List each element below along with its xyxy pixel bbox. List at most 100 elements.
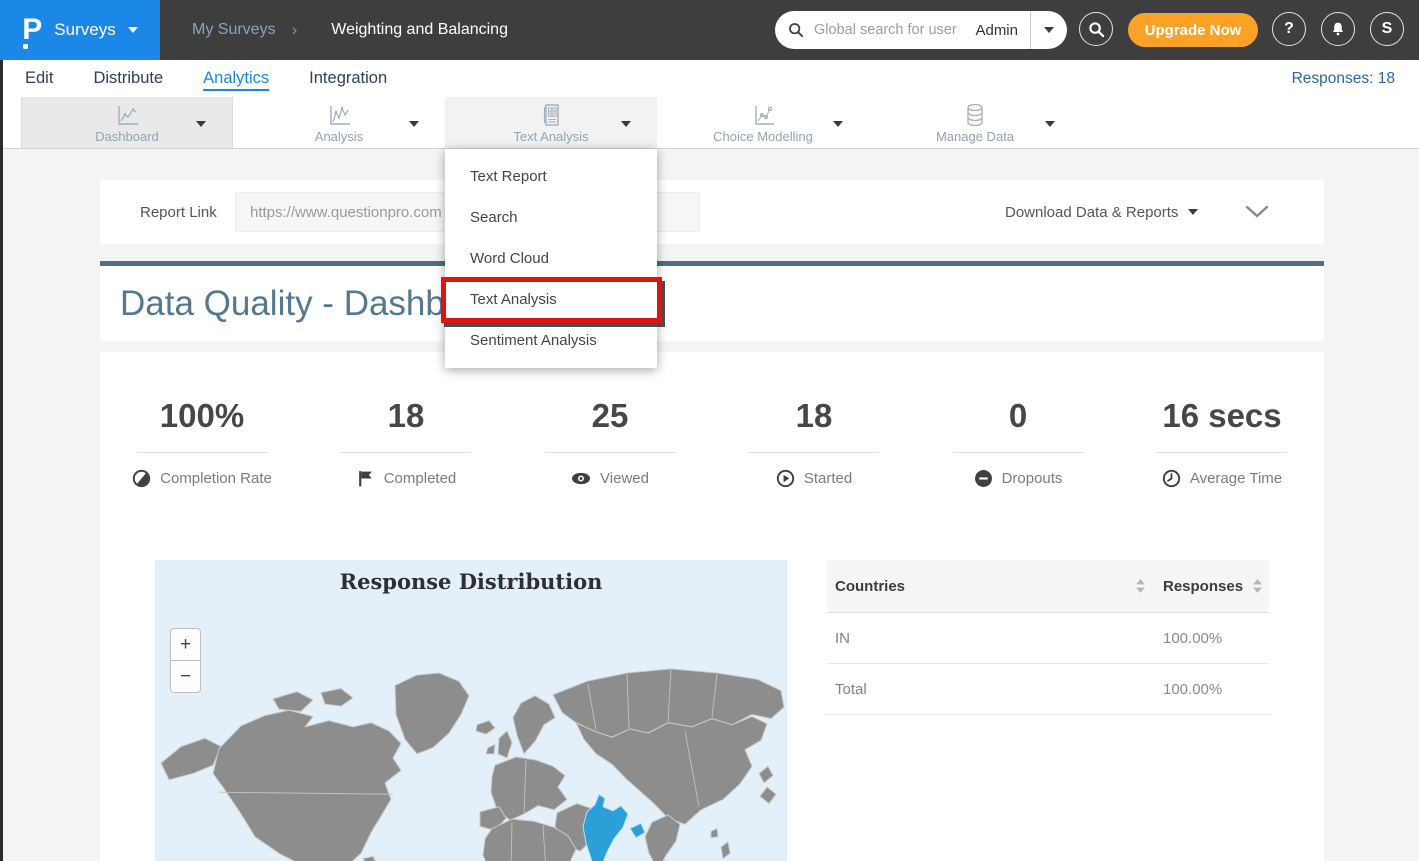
upgrade-now-button[interactable]: Upgrade Now [1128, 13, 1258, 47]
report-doc-icon [538, 102, 564, 128]
stat-dropouts: 0 Dropouts [916, 397, 1120, 488]
menu-item-text-analysis[interactable]: Text Analysis [445, 279, 657, 320]
eye-icon [571, 469, 591, 488]
table-row: IN 100.00% [827, 613, 1269, 664]
column-header-responses: Responses [1163, 560, 1243, 612]
column-header-countries: Countries [835, 560, 905, 612]
nav-tab-edit[interactable]: Edit [25, 69, 53, 88]
chevron-down-icon [833, 121, 843, 127]
country-code: IN [835, 613, 850, 663]
search-icon [788, 22, 804, 38]
top-header: P Surveys My Surveys › Weighting and Bal… [0, 0, 1419, 60]
breadcrumb-my-surveys[interactable]: My Surveys [192, 21, 276, 39]
responses-count: Responses: 18 [1292, 60, 1395, 97]
tab-label: Manage Data [936, 129, 1014, 144]
country-responses: 100.00% [1163, 664, 1222, 714]
global-search-input[interactable] [812, 21, 971, 39]
map-zoom-controls: + − [170, 628, 201, 693]
stat-completed: 18 Completed [304, 397, 508, 488]
sort-icon[interactable] [1135, 579, 1146, 594]
tab-text-analysis[interactable]: Text Analysis [445, 97, 657, 148]
response-distribution-map[interactable]: Response Distribution + − [155, 560, 787, 861]
menu-item-word-cloud[interactable]: Word Cloud [445, 238, 657, 279]
survey-nav-items: Edit Distribute Analytics Integration [25, 60, 387, 97]
map-landmasses [161, 669, 784, 861]
stat-started: 18 Started [712, 397, 916, 488]
countries-table: Countries Responses IN 100.00% Total 100… [827, 560, 1269, 715]
countries-table-header: Countries Responses [827, 560, 1269, 613]
search-scope-selector[interactable]: Admin [971, 22, 1030, 39]
line-chart-icon [114, 102, 140, 128]
completion-rate-icon [132, 469, 151, 488]
chevron-down-icon [1045, 121, 1055, 127]
surveys-menu-button[interactable]: P Surveys [0, 0, 160, 60]
stat-average-time: 16 secs Average Time [1120, 397, 1324, 488]
question-mark-icon: ? [1284, 20, 1294, 38]
stat-completion-rate: 100% Completion Rate [100, 397, 304, 488]
sort-icon[interactable] [1252, 579, 1263, 594]
tab-label: Text Analysis [513, 129, 588, 144]
tab-manage-data[interactable]: Manage Data [869, 97, 1081, 148]
nav-tab-distribute[interactable]: Distribute [93, 69, 163, 88]
notifications-button[interactable] [1321, 12, 1355, 46]
chevron-down-icon [1188, 209, 1198, 215]
minus-circle-icon [974, 469, 993, 488]
tab-choice-modelling[interactable]: Choice Modelling [657, 97, 869, 148]
map-country-india-highlight [583, 794, 645, 861]
global-search-box: Admin [775, 11, 1067, 49]
page-title-card: Data Quality - Dashboard [100, 261, 1324, 341]
help-button[interactable]: ? [1272, 12, 1306, 46]
analytics-tab-bar: Dashboard Analysis Text A [0, 97, 1419, 149]
report-link-label: Report Link [140, 180, 217, 244]
left-edge-strip [0, 60, 3, 861]
search-icon [1088, 21, 1105, 38]
tab-label: Choice Modelling [713, 129, 813, 144]
clock-icon [1162, 469, 1181, 488]
product-label: Surveys [54, 20, 115, 40]
tab-label: Analysis [315, 129, 363, 144]
bell-icon [1329, 20, 1347, 38]
zoom-out-button[interactable]: − [170, 660, 201, 693]
questionpro-app: P Surveys My Surveys › Weighting and Bal… [0, 0, 1419, 861]
tab-analysis[interactable]: Analysis [233, 97, 445, 148]
breadcrumb-separator-icon: › [292, 20, 298, 40]
avatar-initial: S [1382, 20, 1393, 38]
nav-tab-integration[interactable]: Integration [309, 69, 387, 88]
stat-viewed: 25 Viewed [508, 397, 712, 488]
chevron-down-icon [1044, 27, 1054, 33]
survey-nav-bar: Edit Distribute Analytics Integration Re… [0, 60, 1419, 97]
chevron-down-icon [621, 121, 631, 127]
download-data-reports-dropdown[interactable]: Download Data & Reports [1005, 180, 1198, 244]
world-map [155, 560, 787, 861]
stats-row: 100% Completion Rate 18 [100, 397, 1324, 488]
breadcrumb: My Surveys › Weighting and Balancing [192, 0, 508, 60]
text-analysis-dropdown-menu: Text Report Search Word Cloud Text Analy… [445, 149, 657, 368]
report-link-card: Report Link Download Data & Reports [100, 180, 1324, 244]
table-row: Total 100.00% [827, 664, 1269, 715]
menu-item-text-report[interactable]: Text Report [445, 156, 657, 197]
questionpro-logo-icon: P [22, 15, 42, 45]
tab-label: Dashboard [95, 129, 159, 144]
user-avatar[interactable]: S [1370, 12, 1404, 46]
collapse-chevron-icon[interactable] [1245, 205, 1269, 218]
search-scope-dropdown-button[interactable] [1031, 11, 1067, 49]
logo-dot [23, 44, 28, 49]
map-title: Response Distribution [155, 569, 787, 594]
menu-item-sentiment-analysis[interactable]: Sentiment Analysis [445, 320, 657, 361]
zoom-in-button[interactable]: + [170, 628, 201, 661]
scatter-chart-icon [750, 102, 776, 128]
database-icon [962, 102, 988, 128]
chevron-down-icon [128, 27, 138, 33]
chevron-down-icon [409, 121, 419, 127]
tab-dashboard[interactable]: Dashboard [21, 97, 233, 148]
menu-item-search[interactable]: Search [445, 197, 657, 238]
dashboard-stats-card: 100% Completion Rate 18 [100, 352, 1324, 861]
country-responses: 100.00% [1163, 613, 1222, 663]
country-code: Total [835, 664, 867, 714]
breadcrumb-survey-name: Weighting and Balancing [331, 21, 508, 39]
trend-chart-icon [326, 102, 352, 128]
search-button[interactable] [1079, 12, 1113, 46]
chevron-down-icon [196, 121, 206, 127]
play-circle-icon [776, 469, 795, 488]
nav-tab-analytics[interactable]: Analytics [203, 69, 269, 88]
